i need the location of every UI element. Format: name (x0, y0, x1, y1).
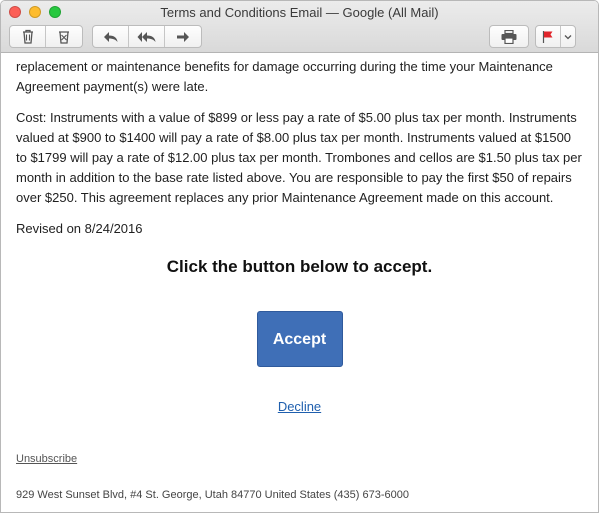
accept-container: Accept (16, 311, 583, 367)
email-body: replacement or maintenance benefits for … (1, 54, 598, 512)
reply-all-button[interactable] (129, 26, 165, 47)
cost-paragraph: Cost: Instruments with a value of $899 o… (16, 110, 582, 205)
forward-icon (175, 31, 191, 43)
trash-icon (21, 29, 35, 44)
reply-button[interactable] (93, 26, 129, 47)
flag-icon (542, 30, 554, 43)
email-paragraph: replacement or maintenance benefits for … (16, 59, 553, 94)
title-bar: Terms and Conditions Email — Google (All… (1, 1, 598, 53)
revised-date: Revised on 8/24/2016 (16, 221, 143, 236)
window-title: Terms and Conditions Email — Google (All… (160, 5, 439, 20)
reply-all-icon (137, 31, 157, 43)
delete-button[interactable] (10, 26, 46, 47)
flag-group (535, 25, 576, 48)
footer-address: 929 West Sunset Blvd, #4 St. George, Uta… (16, 489, 409, 501)
mail-window: Terms and Conditions Email — Google (All… (0, 0, 599, 513)
flag-button[interactable] (536, 26, 561, 47)
flag-menu-button[interactable] (561, 26, 575, 47)
junk-icon (57, 29, 71, 44)
junk-button[interactable] (46, 26, 82, 47)
chevron-down-icon (564, 34, 572, 40)
reply-group (92, 25, 202, 48)
print-group (489, 25, 529, 48)
print-icon (501, 29, 517, 44)
reply-icon (103, 31, 119, 43)
print-button[interactable] (490, 26, 528, 47)
unsubscribe-link[interactable]: Unsubscribe (16, 449, 583, 469)
forward-button[interactable] (165, 26, 201, 47)
delete-junk-group (9, 25, 83, 48)
decline-link[interactable]: Decline (278, 399, 321, 414)
accept-button[interactable]: Accept (256, 311, 343, 367)
decline-container: Decline (16, 397, 583, 417)
accept-headline: Click the button below to accept. (166, 257, 433, 276)
